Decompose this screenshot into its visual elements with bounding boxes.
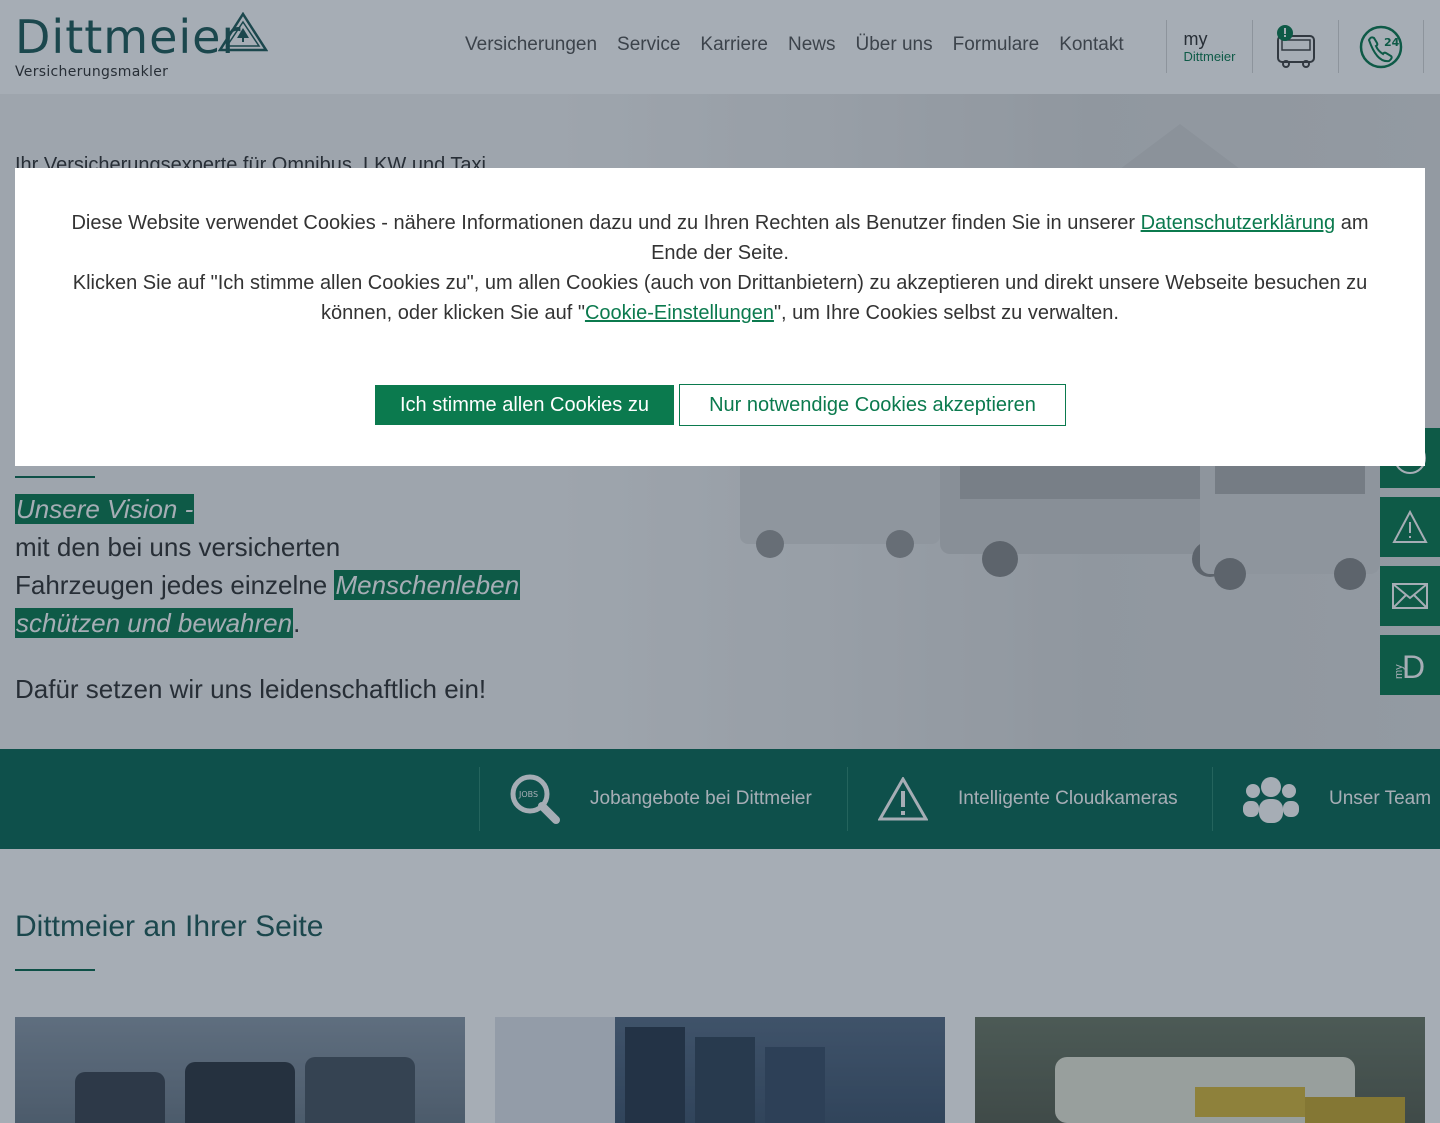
privacy-policy-link[interactable]: Datenschutzerklärung <box>1141 212 1336 234</box>
accept-all-cookies-button[interactable]: Ich stimme allen Cookies zu <box>375 385 674 425</box>
necessary-cookies-button[interactable]: Nur notwendige Cookies akzeptieren <box>679 384 1066 426</box>
cookie-dialog: Diese Website verwendet Cookies - nähere… <box>15 168 1425 466</box>
cookie-settings-link[interactable]: Cookie-Einstellungen <box>585 302 774 324</box>
cookie-text: Diese Website verwendet Cookies - nähere… <box>55 208 1385 328</box>
cookie-text-4: ", um Ihre Cookies selbst zu verwalten. <box>773 302 1119 324</box>
cookie-text-1: Diese Website verwendet Cookies - nähere… <box>71 212 1141 234</box>
